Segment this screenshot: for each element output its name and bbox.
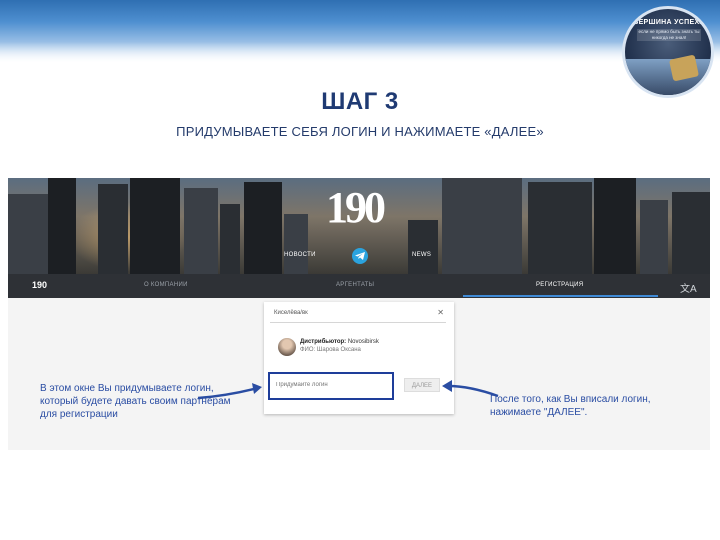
sponsor-search-field[interactable]: Киселёва/вк ✕ <box>270 308 446 323</box>
nav-logo[interactable]: 190 <box>32 280 47 290</box>
building <box>408 220 438 274</box>
site-logo[interactable]: 190 <box>326 182 386 233</box>
login-input[interactable] <box>276 382 386 388</box>
badge-text: если не прямо быть знать ты никогда не з… <box>637 29 701 41</box>
nav-active-indicator <box>463 295 658 297</box>
building <box>130 178 180 274</box>
building <box>594 178 636 274</box>
nav-item-argentaty[interactable]: АРГЕНТАТЫ <box>336 282 374 288</box>
building <box>528 182 592 274</box>
slide-subtitle: ПРИДУМЫВАЕТЕ СЕБЯ ЛОГИН И НАЖИМАЕТЕ «ДАЛ… <box>176 124 544 139</box>
slide-title: ШАГ 3 <box>321 88 399 115</box>
arrow-right-icon <box>442 380 499 398</box>
distributor-line: Дистрибьютор: Novosibirsk <box>300 339 379 345</box>
building <box>442 178 522 274</box>
fio-label: ФИО: <box>300 347 316 353</box>
building <box>184 188 218 274</box>
translate-icon[interactable]: 文A <box>680 280 697 295</box>
building <box>640 200 668 274</box>
avatar <box>278 338 296 356</box>
distributor-label: Дистрибьютор: <box>300 339 347 345</box>
nav-item-registration[interactable]: РЕГИСТРАЦИЯ <box>536 282 583 288</box>
building <box>244 182 282 274</box>
badge-title: ВЕРШИНА УСПЕХА <box>633 19 705 26</box>
building <box>8 194 48 274</box>
clear-icon[interactable]: ✕ <box>437 308 444 317</box>
building <box>284 214 308 274</box>
fio-line: ФИО: Шарова Оксана <box>300 347 361 353</box>
hero-link-news-ru[interactable]: НОВОСТИ <box>284 252 316 258</box>
brand-badge: ВЕРШИНА УСПЕХА если не прямо быть знать … <box>622 6 714 98</box>
header-band <box>0 0 720 62</box>
building <box>98 184 128 274</box>
registration-form: Киселёва/вк ✕ Дистрибьютор: Novosibirsk … <box>264 302 454 414</box>
arrow-left-icon <box>197 383 262 400</box>
sponsor-search-value: Киселёва/вк <box>274 310 308 316</box>
building <box>220 204 240 274</box>
nav-item-about[interactable]: О КОМПАНИИ <box>144 282 188 288</box>
next-button[interactable]: ДАЛЕЕ <box>404 378 440 392</box>
hero-link-news-en[interactable]: NEWS <box>412 252 431 258</box>
annotation-right: После того, как Вы вписали логин, нажима… <box>490 394 651 418</box>
building <box>48 178 76 274</box>
distributor-value: Novosibirsk <box>347 339 379 345</box>
login-field-highlight <box>268 372 394 400</box>
fio-value: Шарова Оксана <box>316 347 361 353</box>
building <box>672 192 710 274</box>
site-navbar: 190 О КОМПАНИИ АРГЕНТАТЫ РЕГИСТРАЦИЯ 文A <box>8 274 710 298</box>
telegram-icon[interactable] <box>352 248 368 264</box>
hero-banner: 190 НОВОСТИ NEWS <box>8 178 710 274</box>
